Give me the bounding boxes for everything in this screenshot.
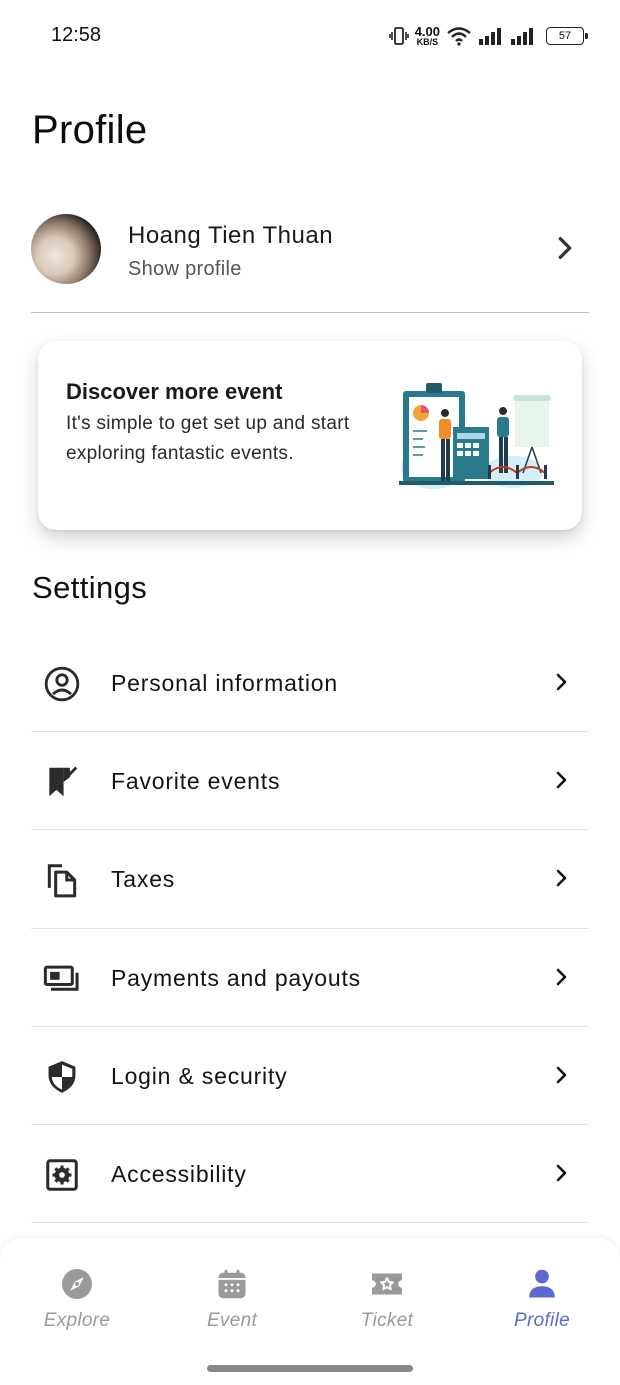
settings-item-payments-and-payouts[interactable]: Payments and payouts (31, 929, 589, 1027)
discover-card[interactable]: Discover more event It's simple to get s… (38, 341, 582, 530)
chevron-right-icon (556, 968, 567, 985)
nav-ticket[interactable]: Ticket (327, 1266, 447, 1336)
avatar[interactable] (31, 214, 101, 284)
nav-label: Event (206, 1310, 258, 1331)
profile-name: Hoang Tien Thuan (128, 222, 334, 249)
divider (31, 312, 589, 313)
shield-icon (48, 1060, 76, 1093)
chevron-right-icon (556, 870, 567, 887)
nav-label: Explore (43, 1310, 111, 1331)
chevron-right-icon (556, 1164, 567, 1182)
payments-icon (43, 965, 79, 991)
settings-title: Settings (32, 570, 148, 605)
signal-icon-2 (511, 28, 533, 45)
nav-explore[interactable]: Explore (17, 1266, 137, 1336)
battery-icon: 57 (546, 27, 588, 45)
ticket-icon (372, 1273, 402, 1295)
settings-list: Personal information Favorite events Tax… (31, 634, 589, 1224)
settings-item-label: Payments and payouts (111, 964, 361, 991)
chevron-right-icon[interactable] (551, 234, 579, 262)
signal-icon (479, 28, 501, 45)
discover-card-text: It's simple to get set up and start expl… (66, 413, 350, 464)
settings-item-label: Favorite events (111, 768, 281, 795)
chevron-right-icon (556, 673, 567, 691)
profile-row[interactable]: Hoang Tien Thuan Show profile (31, 214, 589, 286)
settings-item-login-security[interactable]: Login & security (31, 1027, 589, 1125)
net-speed-unit: KB/S (416, 37, 439, 47)
page-title: Profile (32, 108, 148, 152)
chevron-right-icon (556, 1066, 567, 1084)
nav-profile[interactable]: Profile (482, 1266, 602, 1336)
settings-item-personal-information[interactable]: Personal information (31, 634, 589, 733)
wifi-icon (447, 27, 471, 46)
settings-item-taxes[interactable]: Taxes (31, 830, 589, 929)
chevron-right-icon (556, 771, 567, 789)
calendar-icon (218, 1269, 246, 1299)
nav-label: Ticket (360, 1310, 414, 1331)
home-indicator[interactable] (207, 1365, 413, 1372)
nav-label: Profile (514, 1310, 570, 1331)
settings-item-label: Personal information (111, 670, 338, 696)
settings-box-icon (46, 1159, 78, 1191)
show-profile-link[interactable]: Show profile (128, 258, 242, 281)
status-icons: 4.00 KB/S 57 (388, 24, 588, 48)
bookmark-check-icon (49, 766, 78, 797)
settings-item-label: Accessibility (111, 1160, 247, 1187)
settings-item-accessibility[interactable]: Accessibility (31, 1125, 589, 1224)
compass-icon (62, 1269, 92, 1299)
bottom-nav: Explore Event Ticket Profile (0, 1238, 620, 1385)
discover-card-title: Discover more event (66, 379, 283, 404)
settings-item-favorite-events[interactable]: Favorite events (31, 732, 589, 831)
person-icon (529, 1269, 555, 1298)
status-bar: 12:58 4.00 KB/S 57 (0, 0, 620, 72)
nav-event[interactable]: Event (172, 1266, 292, 1336)
status-time: 12:58 (51, 24, 102, 46)
vibrate-icon (388, 27, 409, 45)
net-speed: 4.00 KB/S (415, 25, 440, 47)
settings-item-label: Login & security (111, 1062, 288, 1089)
settings-item-label: Taxes (111, 866, 176, 893)
event-planning-illustration (399, 383, 554, 489)
copy-document-icon (47, 864, 77, 898)
account-circle-icon (44, 666, 80, 702)
